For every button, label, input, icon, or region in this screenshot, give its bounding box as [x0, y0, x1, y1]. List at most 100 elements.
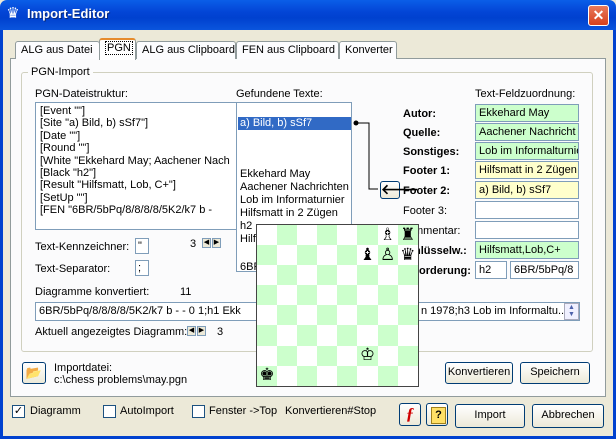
board-square	[397, 285, 418, 306]
tab-pgn[interactable]: PGN	[99, 38, 136, 60]
kennzeichner-input[interactable]: "	[135, 238, 149, 254]
tab-alg-aus-datei[interactable]: ALG aus Datei	[15, 41, 100, 59]
assignment-connector-line	[353, 120, 378, 190]
structure-listbox[interactable]: [Event ""] [Site "a) Bild, b) sSf7"] [Da…	[35, 102, 254, 230]
structure-line: [Site "a) Bild, b) sSf7"]	[40, 117, 149, 130]
board-square	[297, 325, 318, 346]
board-square	[337, 305, 358, 326]
found-item-selected[interactable]: a) Bild, b) sSf7	[238, 117, 351, 130]
board-square	[337, 365, 358, 386]
queen-app-icon: ♛	[6, 5, 20, 22]
converted-text-right: n 1978;h3 Lob im Informaltu...	[421, 305, 568, 317]
field-autor[interactable]: Ekkehard May	[475, 104, 579, 122]
board-square	[397, 345, 418, 366]
import-file-path: c:\chess problems\may.pgn	[54, 374, 188, 386]
board-square	[337, 325, 358, 346]
board-square-piece: ♜	[397, 225, 418, 246]
board-square	[357, 225, 378, 246]
board-square	[257, 305, 278, 326]
field-schluesselwoerter[interactable]: Hilfsmatt,Lob,C+	[475, 241, 579, 259]
window-top-checkbox-label: Fenster ->Top	[209, 405, 278, 417]
board-square	[337, 345, 358, 366]
board-square	[337, 285, 358, 306]
counter-prev-arrow[interactable]: ◀	[202, 238, 211, 248]
convert-button[interactable]: Konvertieren	[445, 362, 513, 384]
convert-stop-label: Konvertieren#Stop	[285, 405, 377, 417]
found-texts-label: Gefundene Texte:	[236, 88, 323, 100]
field-forderung[interactable]: h2	[475, 261, 507, 279]
field-label-kommentar: mmentar:	[414, 225, 461, 237]
board-square	[377, 305, 398, 326]
separator-input[interactable]: ;	[135, 260, 149, 276]
cancel-button[interactable]: Abbrechen	[532, 404, 604, 428]
board-square	[317, 265, 338, 286]
diagram-checkbox-label: Diagramm	[30, 405, 81, 417]
board-square-piece: ♔	[357, 345, 378, 366]
board-square	[377, 345, 398, 366]
close-button[interactable]: ✕	[588, 5, 609, 26]
current-prev-arrow[interactable]: ◀	[187, 326, 196, 336]
field-kommentar[interactable]	[475, 221, 579, 239]
found-item[interactable]: Ekkehard May	[240, 168, 310, 180]
current-next-arrow[interactable]: ▶	[197, 326, 206, 336]
board-square	[277, 225, 298, 246]
help-icon: ?	[431, 407, 446, 424]
found-item[interactable]: Hilfsmatt in 2 Zügen	[240, 207, 338, 219]
structure-line: [FEN "6BR/5bPq/8/8/8/8/5K2/k7 b -	[40, 204, 213, 217]
open-folder-button[interactable]: 📂	[22, 362, 46, 384]
found-item[interactable]: h2	[240, 220, 252, 232]
board-square	[337, 225, 358, 246]
flash-button[interactable]: ƒ	[399, 403, 421, 426]
field-footer-3[interactable]	[475, 201, 579, 219]
diagram-checkbox[interactable]: ✓	[12, 405, 25, 418]
field-fen[interactable]: 6BR/5bPq/8	[510, 261, 579, 279]
field-label-quelle: Quelle:	[403, 127, 441, 139]
board-square-piece: ♗	[377, 225, 398, 246]
import-button[interactable]: Import	[455, 404, 525, 428]
tab-alg-aus-clipboard[interactable]: ALG aus Clipboard	[136, 41, 236, 59]
board-square	[377, 325, 398, 346]
board-square	[357, 305, 378, 326]
board-square	[297, 285, 318, 306]
found-item[interactable]: Hilf	[240, 233, 256, 245]
tab-fen-aus-clipboard[interactable]: FEN aus Clipboard	[236, 41, 339, 59]
structure-line: [Black "h2"]	[40, 166, 97, 179]
board-square	[297, 345, 318, 366]
field-footer-2[interactable]: a) Bild, b) sSf7	[475, 181, 579, 199]
board-square-piece: ♚	[257, 365, 278, 386]
field-quelle[interactable]: Aachener Nachricht	[475, 123, 579, 141]
board-square	[257, 325, 278, 346]
field-sonstiges[interactable]: Lob im Informalturnie	[475, 142, 579, 160]
counter-next-arrow[interactable]: ▶	[212, 238, 221, 248]
field-label-footer-2: Footer 2:	[403, 185, 451, 197]
field-label-autor: Autor:	[403, 108, 436, 120]
chessboard: ♗ ♜ ♝ ♙ ♛ ♔ ♚	[256, 224, 419, 387]
window-title: Import-Editor	[27, 6, 110, 21]
board-square	[357, 365, 378, 386]
help-button[interactable]: ?	[426, 403, 448, 426]
board-square	[277, 265, 298, 286]
current-diagram-value: 3	[217, 326, 224, 338]
board-square	[297, 365, 318, 386]
field-label-schluesselwoerter: hlüsselw.:	[414, 245, 467, 257]
converted-spin-arrows[interactable]: ▲ ▼	[564, 303, 579, 320]
found-item[interactable]: Lob im Informaturnier	[240, 194, 345, 206]
found-item[interactable]: Aachener Nachrichten	[240, 181, 349, 193]
assign-arrow-button[interactable]: 🡐	[380, 181, 419, 199]
field-footer-1[interactable]: Hilfsmatt in 2 Zügen	[475, 161, 579, 179]
pgn-import-group-label: PGN-Import	[28, 66, 93, 78]
window-top-checkbox[interactable]	[192, 405, 205, 418]
board-square	[297, 245, 318, 266]
field-label-footer-1: Footer 1:	[403, 165, 451, 177]
structure-line: [Event ""]	[40, 105, 86, 117]
separator-label: Text-Separator:	[35, 263, 111, 275]
autoimport-checkbox[interactable]	[103, 405, 116, 418]
current-diagram-label: Aktuell angezeigtes Diagramm:	[35, 326, 188, 338]
board-square	[277, 245, 298, 266]
board-square	[357, 285, 378, 306]
save-button[interactable]: Speichern	[520, 362, 590, 384]
tab-konverter[interactable]: Konverter	[339, 41, 397, 59]
board-square	[277, 285, 298, 306]
board-square	[257, 245, 278, 266]
board-square	[317, 345, 338, 366]
